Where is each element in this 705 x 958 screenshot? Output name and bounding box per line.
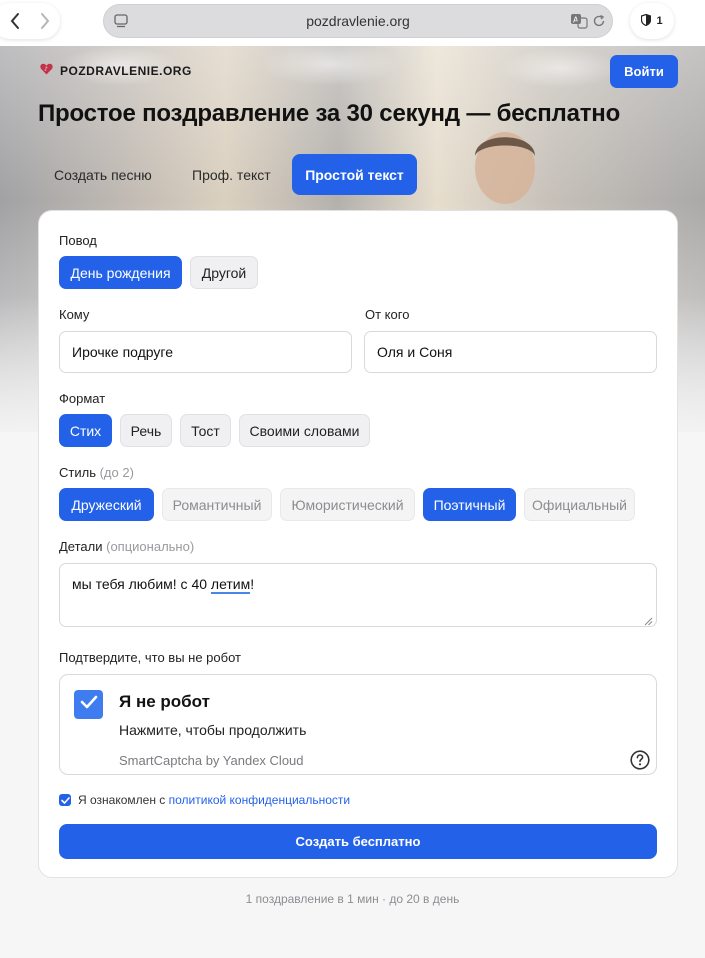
captcha-title: Я не робот (119, 692, 210, 711)
to-input[interactable] (59, 331, 352, 373)
login-button[interactable]: Войти (610, 55, 678, 88)
mode-tabs: Создать песню Проф. текст Простой текст (40, 154, 417, 195)
create-free-button[interactable]: Создать бесплатно (59, 824, 657, 859)
forward-icon[interactable] (39, 12, 51, 30)
captcha-label: Подтвердите, что вы не робот (59, 650, 241, 665)
tab-pro-text[interactable]: Проф. текст (166, 154, 292, 195)
details-label: Детали (опционально) (59, 539, 194, 554)
svg-text:♪: ♪ (44, 66, 48, 73)
page-menu-icon[interactable] (114, 14, 128, 31)
details-text-misspelled: летим (210, 576, 251, 594)
privacy-consent: Я ознакомлен с политикой конфиденциально… (59, 793, 350, 807)
tab-create-song[interactable]: Создать песню (40, 154, 166, 195)
logo-text: POZDRAVLENIE.ORG (60, 63, 192, 78)
url-text: pozdravlenie.org (306, 13, 410, 29)
to-label: Кому (59, 307, 90, 322)
captcha-widget[interactable]: Я не робот Нажмите, чтобы продолжить Sma… (59, 674, 657, 775)
captcha-brand: SmartCaptcha by Yandex Cloud (119, 753, 304, 768)
help-icon[interactable] (630, 750, 650, 775)
reload-icon[interactable] (592, 14, 606, 31)
style-label: Стиль (до 2) (59, 465, 134, 480)
back-icon[interactable] (9, 12, 21, 30)
occasion-label: Повод (59, 233, 97, 248)
browser-toolbar: pozdravlenie.org A 1 (0, 0, 705, 46)
style-poetic-chip[interactable]: Поэтичный (423, 488, 516, 521)
consent-text-prefix: Я ознакомлен с (78, 793, 169, 807)
from-label: От кого (365, 307, 410, 322)
greeting-form-card: Повод День рождения Другой Кому От кого … (38, 210, 678, 878)
details-label-text: Детали (59, 539, 103, 554)
shield-icon (641, 13, 652, 29)
resize-grip-icon[interactable] (643, 613, 653, 631)
format-poem-chip[interactable]: Стих (59, 414, 112, 447)
details-label-hint: (опционально) (106, 539, 195, 554)
page-title: Простое поздравление за 30 секунд — бесп… (38, 100, 621, 127)
rate-limit-note: 1 поздравление в 1 мин · до 20 в день (245, 892, 460, 906)
format-speech-chip[interactable]: Речь (120, 414, 172, 447)
details-text-end: ! (250, 576, 255, 592)
consent-checkbox[interactable] (59, 794, 71, 806)
style-official-chip[interactable]: Официальный (524, 488, 635, 521)
details-text-start: мы тебя любим! с 40 (72, 576, 211, 592)
style-romantic-chip[interactable]: Романтичный (162, 488, 272, 521)
checkmark-icon (80, 695, 98, 714)
heart-icon: ♪ (40, 63, 53, 78)
captcha-checkbox[interactable] (74, 690, 103, 719)
style-label-text: Стиль (59, 465, 96, 480)
from-input[interactable] (364, 331, 657, 373)
occasion-birthday-chip[interactable]: День рождения (59, 256, 182, 289)
format-own-words-chip[interactable]: Своими словами (239, 414, 370, 447)
format-toast-chip[interactable]: Тост (180, 414, 231, 447)
privacy-policy-link[interactable]: политикой конфиденциальности (169, 793, 350, 807)
style-friendly-chip[interactable]: Дружеский (59, 488, 154, 521)
translate-icon[interactable]: A (570, 13, 588, 32)
address-bar[interactable]: pozdravlenie.org A (103, 4, 613, 38)
tab-simple-text[interactable]: Простой текст (292, 154, 417, 195)
nav-buttons (0, 3, 60, 39)
shield-count: 1 (656, 15, 663, 27)
format-label: Формат (59, 391, 106, 406)
style-label-hint: (до 2) (99, 465, 134, 480)
site-logo[interactable]: ♪ POZDRAVLENIE.ORG (40, 63, 192, 78)
style-humorous-chip[interactable]: Юмористический (280, 488, 415, 521)
shields-button[interactable]: 1 (630, 3, 674, 39)
occasion-other-chip[interactable]: Другой (190, 256, 258, 289)
captcha-subtitle: Нажмите, чтобы продолжить (119, 722, 307, 738)
details-textarea[interactable]: мы тебя любим! с 40 летим! (59, 563, 657, 627)
consent-text: Я ознакомлен с политикой конфиденциально… (78, 793, 350, 807)
